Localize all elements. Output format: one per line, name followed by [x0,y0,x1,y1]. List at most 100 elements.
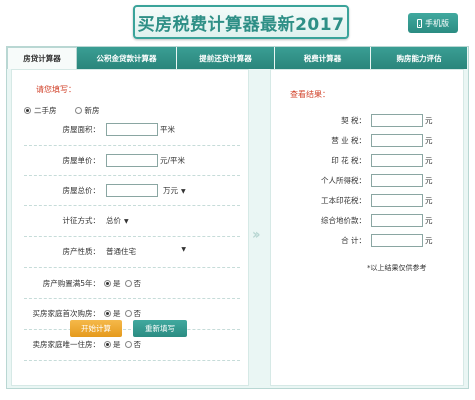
result-label-land-price: 综合地价款： [321,216,366,225]
price-label: 房屋单价： [62,156,101,165]
form-heading: 请您填写： [36,85,76,94]
only-house-no-radio[interactable] [124,341,132,348]
first-buy-yes-radio[interactable] [104,310,111,317]
tax-method-select[interactable]: 总价 ▼ [106,215,129,226]
area-input[interactable] [106,123,158,136]
result-unit: 元 [425,116,433,125]
calculator-panel: 房贷计算器 公积金贷款计算器 提前还贷计算器 税费计算器 购房能力评估 请您填写… [6,46,469,389]
divider [24,267,240,268]
total-input[interactable] [106,184,158,197]
caret-down-icon: ▼ [124,218,129,225]
tax-method-value: 总价 [106,216,121,225]
result-field-income-tax [371,174,423,187]
property-label: 房产性质： [62,247,101,256]
input-form: 请您填写： 二手房 新房 房屋面积： 平米 房屋单价： 元/平米 房屋总价： 万… [11,69,249,386]
result-row: 契 税： 元 [271,114,433,127]
result-label-deed-tax: 契 税： [341,116,366,125]
over5-label: 房产购置满5年： [42,279,100,288]
start-calculation-button[interactable]: 开始计算 [70,320,122,337]
house-type-new-radio[interactable] [74,107,82,114]
first-buy-row: 买房家庭首次购房： 是 否 [12,308,142,319]
page-title-text: 买房税费计算器最新2017 [137,14,345,35]
property-select[interactable]: 普通住宅 ▼ [106,246,186,257]
divider [24,298,240,299]
property-row: 房产性质： 普通住宅 ▼ [12,246,187,257]
over5-row: 房产购置满5年： 是 否 [12,278,141,289]
price-row: 房屋单价： 元/平米 [12,154,185,167]
tab-provident-fund-calculator[interactable]: 公积金贷款计算器 [77,47,177,69]
over5-no-radio[interactable] [124,280,132,287]
first-buy-no-label: 否 [133,309,142,318]
only-house-yes-label: 是 [113,340,121,349]
result-row: 合 计： 元 [271,234,433,247]
result-unit: 元 [425,236,433,245]
result-row: 营 业 税： 元 [271,134,433,147]
first-buy-yes-label: 是 [113,309,121,318]
results-panel: 查看结果： 契 税： 元 营 业 税： 元 印 花 税： 元 个人所得税： 元 … [270,69,464,386]
result-row: 印 花 税： 元 [271,154,433,167]
double-chevron-right-icon: ›› [252,227,260,243]
tab-tax-calculator[interactable]: 税费计算器 [275,47,371,69]
house-type-second-hand-label: 二手房 [34,106,57,115]
price-unit: 元/平米 [160,156,186,165]
house-type-group: 二手房 新房 [24,105,100,116]
only-house-no-label: 否 [133,340,142,349]
result-unit: 元 [425,136,433,145]
result-field-total [371,234,423,247]
divider [24,145,240,146]
result-field-land-price [371,214,423,227]
result-field-stamp-tax [371,154,423,167]
tab-bar: 房贷计算器 公积金贷款计算器 提前还贷计算器 税费计算器 购房能力评估 [7,47,468,69]
area-row: 房屋面积： 平米 [12,123,175,136]
divider [24,329,240,330]
only-house-label: 卖房家庭唯一住房： [32,340,101,349]
total-label: 房屋总价： [62,186,101,195]
tab-affordability-assessment[interactable]: 购房能力评估 [371,47,468,69]
result-unit: 元 [425,176,433,185]
result-row: 综合地价款： 元 [271,214,433,227]
property-value: 普通住宅 [106,247,136,256]
over5-no-label: 否 [133,279,142,288]
tax-method-label: 计征方式： [62,216,101,225]
reset-form-button[interactable]: 重新填写 [133,320,187,337]
caret-down-icon: ▼ [181,188,186,195]
over5-yes-label: 是 [113,279,121,288]
caret-down-icon: ▼ [181,246,186,253]
phone-icon [417,18,422,28]
divider [24,236,240,237]
mobile-version-button[interactable]: 手机版 [408,13,458,33]
area-unit: 平米 [160,125,175,134]
divider [24,360,240,361]
tab-mortgage-calculator[interactable]: 房贷计算器 [7,47,77,69]
result-label-business-tax: 营 业 税： [331,136,366,145]
result-field-production-stamp-tax [371,194,423,207]
divider [24,175,240,176]
result-unit: 元 [425,156,433,165]
result-label-production-stamp-tax: 工本印花税： [321,196,366,205]
house-type-second-hand-radio[interactable] [24,107,31,114]
result-unit: 元 [425,216,433,225]
price-input[interactable] [106,154,158,167]
total-unit: 万元 [163,186,178,195]
house-type-new-label: 新房 [84,106,100,115]
result-field-business-tax [371,134,423,147]
first-buy-label: 买房家庭首次购房： [32,309,101,318]
area-label: 房屋面积： [62,125,101,134]
result-row: 个人所得税： 元 [271,174,433,187]
tab-prepayment-calculator[interactable]: 提前还贷计算器 [177,47,275,69]
mobile-version-label: 手机版 [425,18,449,28]
result-row: 工本印花税： 元 [271,194,433,207]
result-field-deed-tax [371,114,423,127]
result-label-stamp-tax: 印 花 税： [331,156,366,165]
total-unit-select[interactable]: 万元 ▼ [163,185,186,196]
first-buy-no-radio[interactable] [124,310,132,317]
only-house-yes-radio[interactable] [104,341,111,348]
divider [24,205,240,206]
results-note: *以上结果仅供参考 [367,264,427,272]
results-heading: 查看结果： [290,90,330,99]
tax-method-row: 计征方式： 总价 ▼ [12,215,129,226]
over5-yes-radio[interactable] [104,280,111,287]
result-label-income-tax: 个人所得税： [321,176,366,185]
page-title: 买房税费计算器最新2017 [133,5,349,39]
total-row: 房屋总价： 万元 ▼ [12,184,186,197]
